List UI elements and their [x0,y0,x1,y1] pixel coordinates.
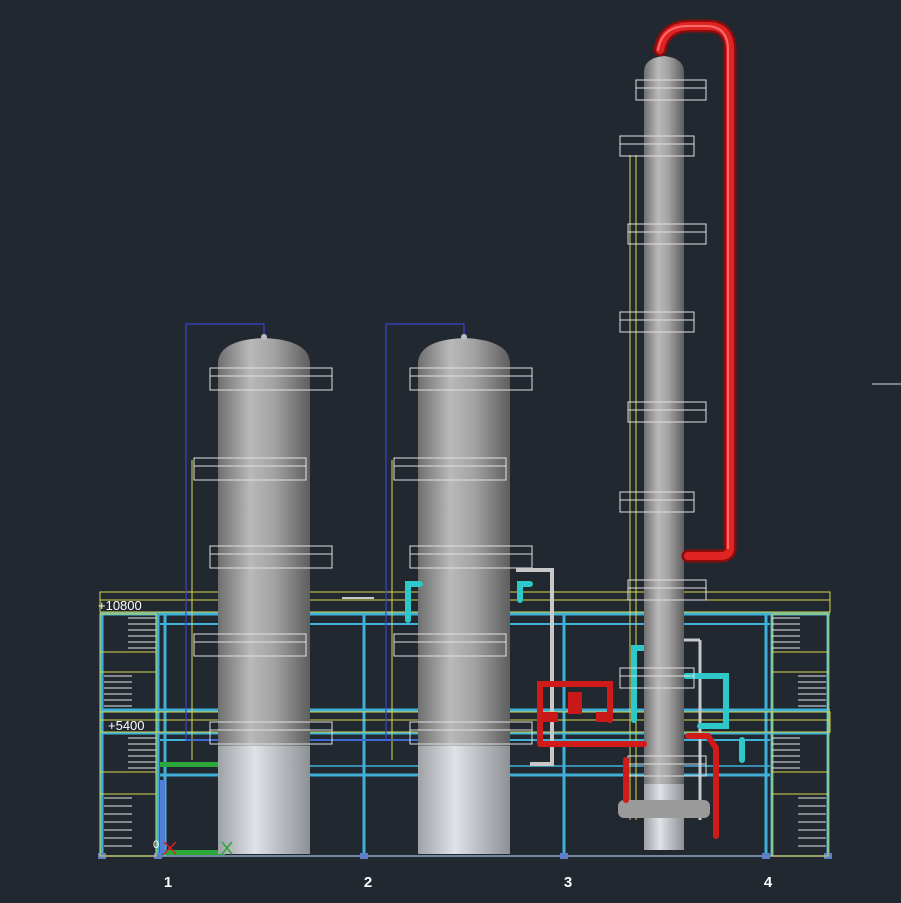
grid-label-2: 2 [363,874,373,891]
distillation-column [618,56,710,850]
ucs-origin-label: 0 [153,839,160,851]
cad-viewport[interactable]: +10800 +5400 0 1 2 3 4 [0,0,901,903]
vessel-2 [418,334,510,854]
grid-label-4: 4 [763,874,773,891]
plant-elevation-drawing [98,19,832,859]
grid-label-1: 1 [163,874,173,891]
elevation-label-lower: +5400 [108,718,145,733]
vessel-1 [218,334,310,854]
elevation-label-upper: +10800 [98,598,142,613]
grid-label-3: 3 [563,874,573,891]
